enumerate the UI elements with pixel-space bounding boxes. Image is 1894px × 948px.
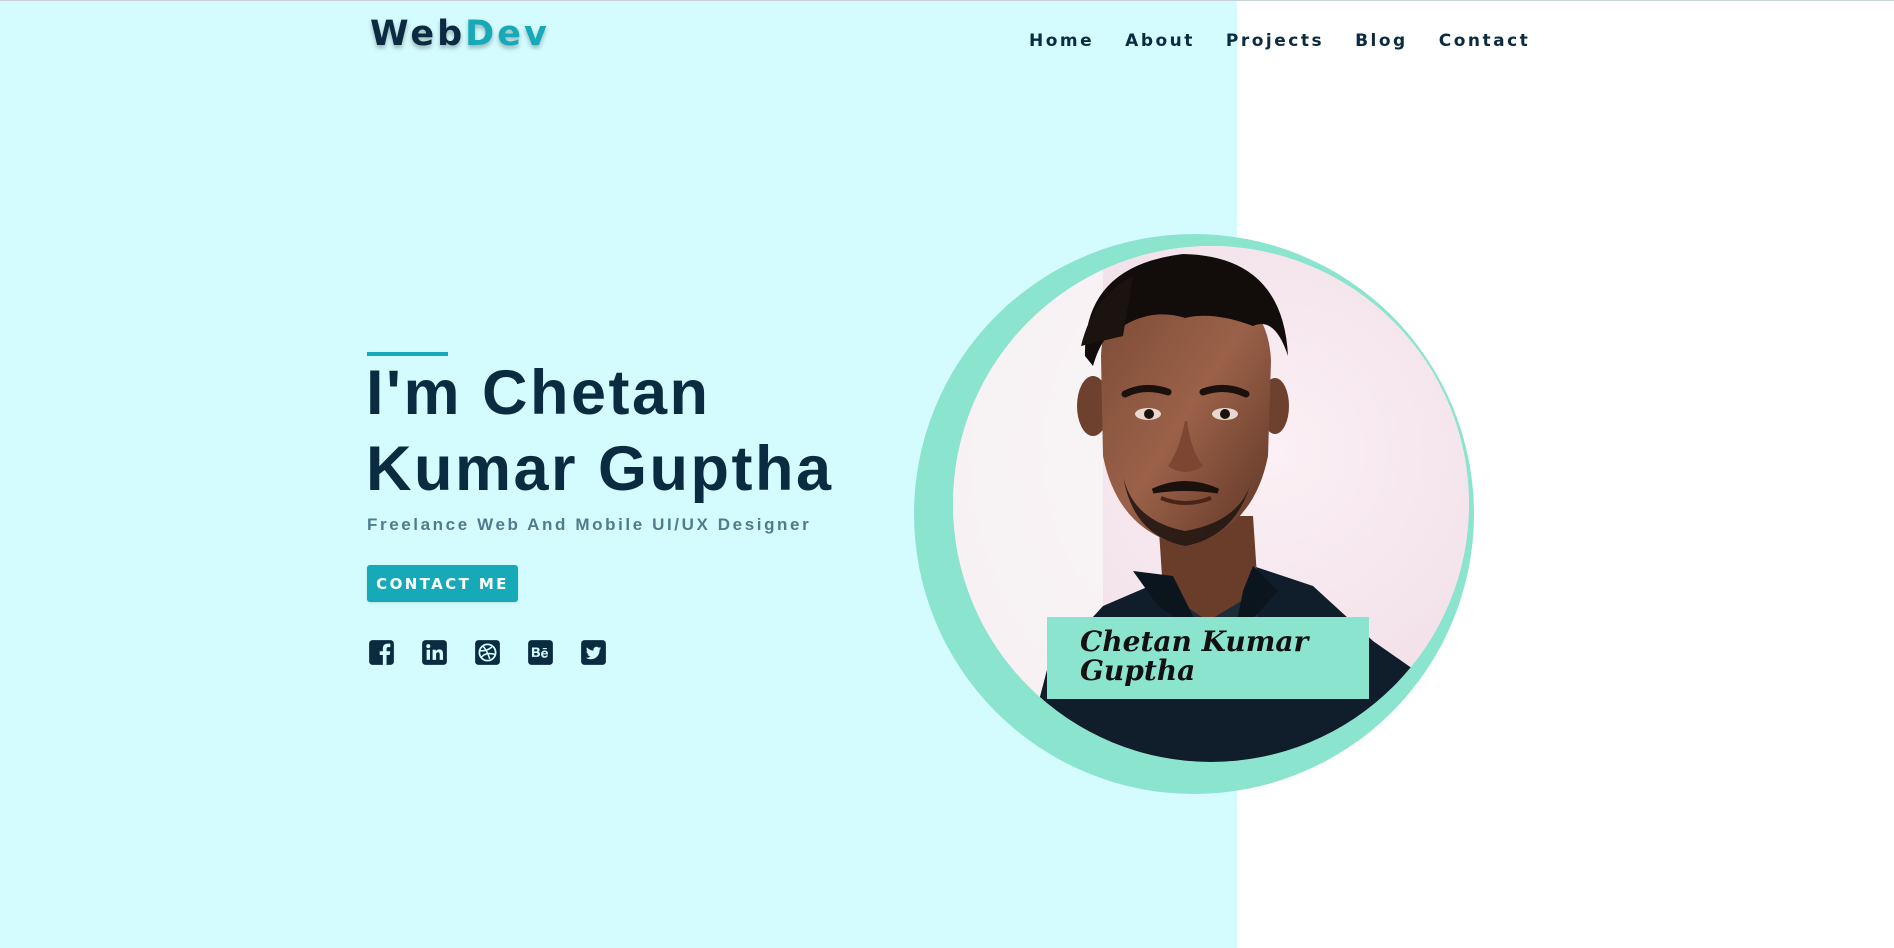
logo-text-dev: Dev [465,14,550,54]
portrait-name-tag: Chetan Kumar Guptha [1047,617,1369,699]
hero-title-line-1: I'm Chetan [366,358,711,428]
linkedin-icon[interactable] [421,639,448,666]
logo-text-web: Web [370,14,466,54]
nav-home[interactable]: Home [1029,29,1094,53]
nav-blog[interactable]: Blog [1355,29,1408,53]
main-nav: Home About Projects Blog Contact [1029,29,1530,53]
twitter-icon[interactable] [580,639,607,666]
nav-projects[interactable]: Projects [1226,29,1324,53]
hero-title: I'm Chetan Kumar Guptha [366,355,886,507]
social-links [368,639,607,666]
portrait-caption-line-2: Guptha [1080,654,1196,687]
page: WebDev Home About Projects Blog Contact … [0,0,1894,948]
site-logo[interactable]: WebDev [370,14,550,54]
dribbble-icon[interactable] [474,639,501,666]
hero-title-line-2: Kumar Guptha [366,434,834,504]
behance-icon[interactable] [527,639,554,666]
nav-about[interactable]: About [1125,29,1195,53]
contact-me-button[interactable]: CONTACT ME [367,565,518,602]
hero-subtitle: Freelance Web And Mobile UI/UX Designer [367,515,812,534]
facebook-icon[interactable] [368,639,395,666]
nav-contact[interactable]: Contact [1439,29,1531,53]
portrait-caption-line-1: Chetan Kumar [1080,625,1309,658]
